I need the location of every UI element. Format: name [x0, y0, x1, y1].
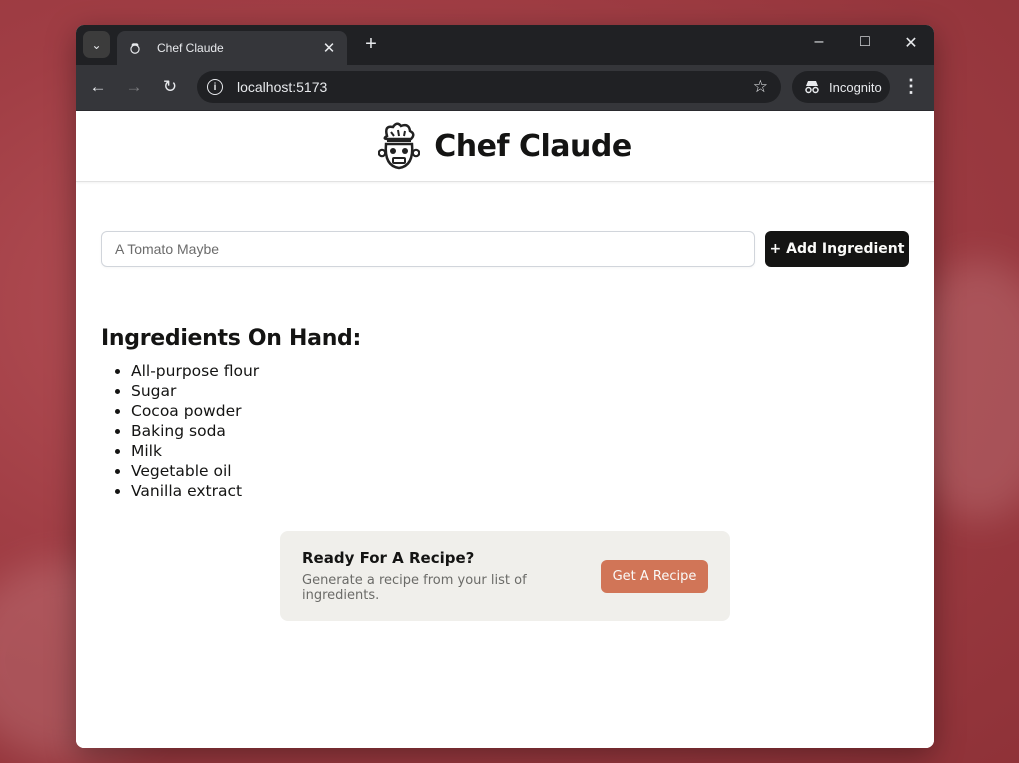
maximize-icon[interactable]: □ [853, 33, 877, 51]
reload-icon[interactable]: ↻ [159, 77, 181, 97]
chevron-down-icon: ⌄ [91, 37, 102, 52]
recipe-card-text: Ready For A Recipe? Generate a recipe fr… [302, 549, 601, 603]
back-icon[interactable]: ← [87, 77, 109, 97]
site-header: Chef Claude [76, 111, 934, 182]
address-bar[interactable]: i localhost:5173 ☆ [197, 71, 781, 103]
list-item: All-purpose flour [131, 361, 361, 381]
get-recipe-card: Ready For A Recipe? Generate a recipe fr… [280, 531, 730, 621]
star-icon[interactable]: ☆ [753, 77, 768, 97]
recipe-card-subtitle: Generate a recipe from your list of ingr… [302, 573, 527, 603]
browser-tab[interactable]: Chef Claude ✕ [117, 31, 347, 65]
list-item: Sugar [131, 381, 361, 401]
list-item: Baking soda [131, 421, 361, 441]
incognito-icon [804, 80, 820, 94]
add-ingredient-button[interactable]: + Add Ingredient [765, 231, 909, 267]
site-info-icon[interactable]: i [207, 79, 223, 95]
chef-claude-logo [377, 122, 421, 170]
list-item: Vanilla extract [131, 481, 361, 501]
window-close-icon[interactable]: ✕ [899, 33, 923, 53]
ingredients-section: Ingredients On Hand: All-purpose flour S… [101, 326, 361, 501]
tab-title: Chef Claude [157, 41, 224, 55]
ingredient-input[interactable] [101, 231, 755, 267]
forward-icon[interactable]: → [123, 77, 145, 97]
tab-search-button[interactable]: ⌄ [83, 31, 110, 58]
incognito-indicator[interactable]: Incognito [792, 71, 890, 103]
browser-window: ⌄ Chef Claude ✕ + – □ ✕ ← → ↻ i localhos… [76, 25, 934, 748]
list-item: Cocoa powder [131, 401, 361, 421]
recipe-card-title: Ready For A Recipe? [302, 549, 475, 567]
url-text[interactable]: localhost:5173 [237, 79, 753, 95]
get-recipe-button[interactable]: Get A Recipe [601, 559, 708, 593]
ingredients-heading: Ingredients On Hand: [101, 326, 361, 351]
minimize-icon[interactable]: – [807, 33, 831, 51]
new-tab-button[interactable]: + [359, 33, 383, 56]
incognito-label: Incognito [829, 79, 882, 95]
list-item: Milk [131, 441, 361, 461]
add-ingredient-form: + Add Ingredient [101, 231, 909, 267]
menu-icon[interactable]: ⋮ [902, 76, 920, 97]
browser-toolbar: ← → ↻ i localhost:5173 ☆ Incognito ⋮ [76, 65, 934, 111]
close-icon[interactable]: ✕ [321, 39, 337, 57]
page-content: Chef Claude + Add Ingredient Ingredients… [76, 111, 934, 748]
list-item: Vegetable oil [131, 461, 361, 481]
tab-strip: ⌄ Chef Claude ✕ + – □ ✕ [76, 25, 934, 65]
page-title: Chef Claude [434, 128, 632, 164]
chef-hat-icon [127, 40, 143, 56]
ingredient-list: All-purpose flour Sugar Cocoa powder Bak… [101, 361, 361, 501]
